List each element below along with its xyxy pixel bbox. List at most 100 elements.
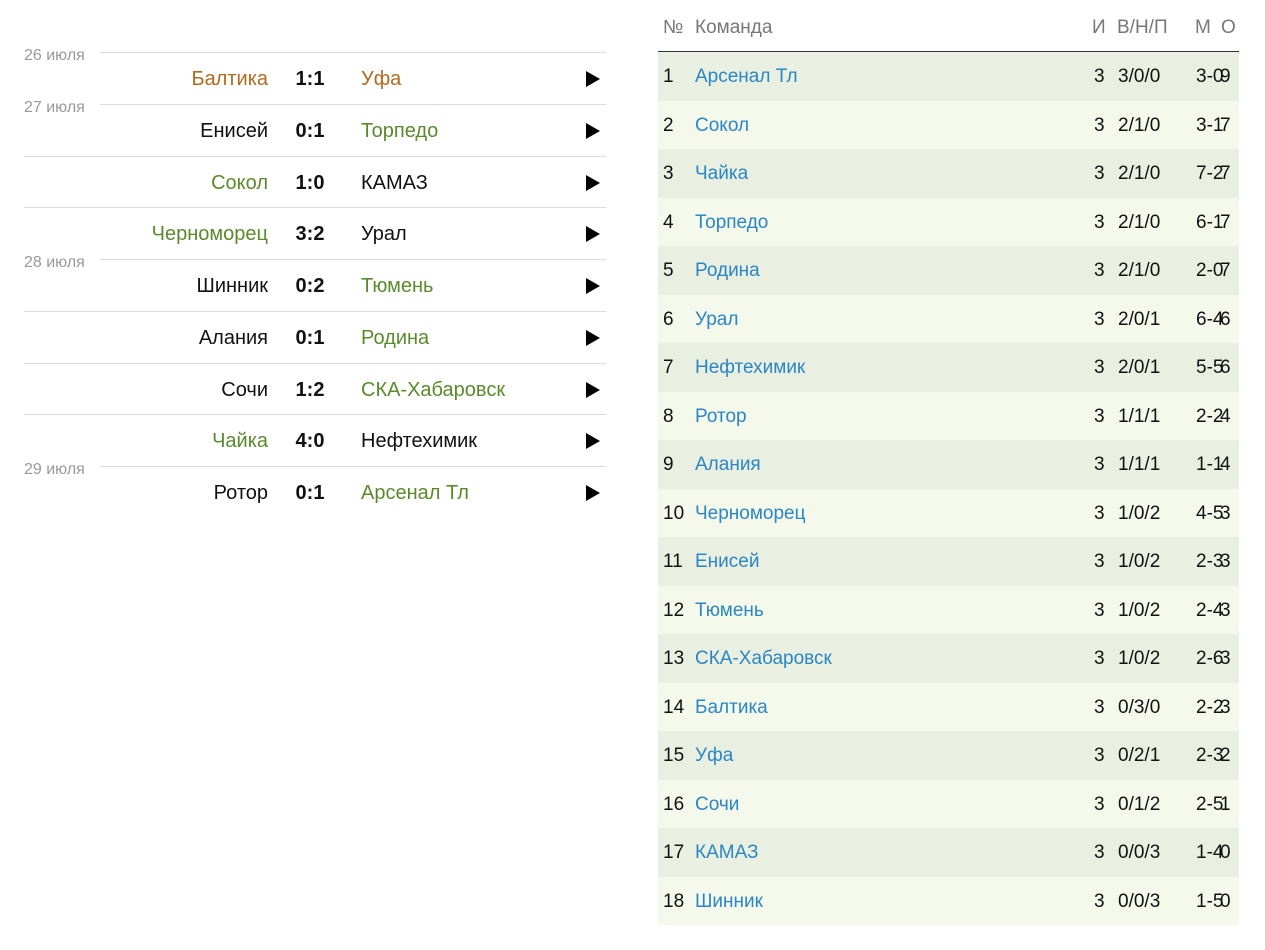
header-team: Команда (695, 17, 773, 38)
away-team: Тюмень (361, 275, 434, 297)
home-team: Чайка (212, 430, 268, 452)
match-row[interactable]: Сокол 1:0 КАМАЗ (24, 156, 606, 207)
play-triangle-icon[interactable] (586, 123, 600, 139)
team-link[interactable]: Арсенал Тл (695, 66, 798, 88)
row-position: 17 (663, 842, 685, 863)
points: 7 (1220, 211, 1231, 233)
points: 3 (1220, 696, 1231, 718)
points: 1 (1220, 793, 1231, 815)
match-row[interactable]: Черноморец 3:2 Урал (24, 207, 606, 258)
win-draw-loss: 2/1/0 (1118, 163, 1161, 184)
away-team: Арсенал Тл (361, 482, 469, 504)
home-team: Сочи (221, 379, 268, 401)
play-triangle-icon[interactable] (586, 433, 600, 449)
win-draw-loss: 2/1/0 (1118, 114, 1161, 136)
standings-row: 12 Тюмень 3 1/0/2 2-4 3 (658, 585, 1239, 634)
match-row[interactable]: Чайка 4:0 Нефтехимик (24, 414, 606, 465)
games-played: 3 (1094, 163, 1105, 184)
win-draw-loss: 0/1/2 (1118, 793, 1161, 815)
home-team: Черноморец (151, 223, 268, 245)
points: 3 (1220, 551, 1231, 572)
points: 9 (1220, 66, 1231, 87)
play-triangle-icon[interactable] (586, 175, 600, 191)
win-draw-loss: 1/0/2 (1118, 648, 1161, 669)
team-link[interactable]: Алания (695, 454, 761, 476)
games-played: 3 (1094, 211, 1105, 233)
match-row[interactable]: Ротор 0:1 Арсенал Тл (100, 466, 606, 517)
games-played: 3 (1094, 454, 1105, 475)
row-position: 2 (663, 114, 674, 136)
header-wdl: В/Н/П (1117, 17, 1168, 38)
team-link[interactable]: Сокол (695, 115, 749, 137)
team-link[interactable]: Ротор (695, 406, 747, 428)
games-played: 3 (1094, 357, 1105, 378)
team-link[interactable]: Сочи (695, 794, 739, 816)
games-played: 3 (1094, 793, 1105, 815)
standings-row: 1 Арсенал Тл 3 3/0/0 3-0 9 (658, 52, 1239, 101)
header-goals: М (1195, 17, 1211, 38)
play-triangle-icon[interactable] (586, 71, 600, 87)
standings-row: 8 Ротор 3 1/1/1 2-2 4 (658, 391, 1239, 440)
team-link[interactable]: Балтика (695, 697, 768, 719)
play-triangle-icon[interactable] (586, 278, 600, 294)
match-row[interactable]: Алания 0:1 Родина (24, 311, 606, 362)
games-played: 3 (1094, 114, 1105, 136)
away-team: Уфа (361, 68, 402, 90)
standings-row: 14 Балтика 3 0/3/0 2-2 3 (658, 682, 1239, 731)
team-link[interactable]: Черноморец (695, 503, 806, 525)
team-link[interactable]: КАМАЗ (695, 842, 759, 864)
points: 7 (1220, 163, 1231, 184)
row-position: 9 (663, 454, 674, 475)
match-score: 1:2 (295, 379, 325, 401)
header-points: О (1221, 17, 1236, 38)
team-link[interactable]: Урал (695, 309, 738, 331)
win-draw-loss: 0/0/3 (1118, 890, 1161, 912)
row-position: 4 (663, 211, 674, 233)
team-link[interactable]: СКА-Хабаровск (695, 648, 832, 670)
header-games: И (1092, 17, 1106, 38)
team-link[interactable]: Шинник (695, 891, 763, 913)
team-link[interactable]: Родина (695, 260, 760, 282)
play-triangle-icon[interactable] (586, 226, 600, 242)
row-position: 11 (663, 551, 683, 572)
match-row[interactable]: Енисей 0:1 Торпедо (100, 104, 606, 155)
home-team: Шинник (196, 275, 268, 297)
standings-row: 16 Сочи 3 0/1/2 2-5 1 (658, 779, 1239, 828)
team-link[interactable]: Тюмень (695, 600, 764, 622)
match-row[interactable]: Шинник 0:2 Тюмень (100, 259, 606, 310)
win-draw-loss: 1/1/1 (1118, 454, 1161, 475)
team-link[interactable]: Торпедо (695, 212, 768, 234)
points: 6 (1220, 308, 1231, 330)
match-score: 4:0 (295, 430, 325, 452)
team-link[interactable]: Уфа (695, 745, 733, 767)
team-link[interactable]: Чайка (695, 163, 748, 185)
match-date: 26 июля (24, 47, 85, 64)
points: 7 (1220, 114, 1231, 136)
standings-row: 5 Родина 3 2/1/0 2-0 7 (658, 246, 1239, 295)
points: 0 (1220, 842, 1231, 863)
away-team: КАМАЗ (361, 172, 428, 194)
row-position: 14 (663, 696, 685, 718)
match-score: 1:1 (295, 68, 325, 90)
play-triangle-icon[interactable] (586, 382, 600, 398)
team-link[interactable]: Нефтехимик (695, 357, 805, 379)
row-position: 7 (663, 357, 674, 378)
match-row[interactable]: Балтика 1:1 Уфа (100, 52, 606, 103)
play-triangle-icon[interactable] (586, 485, 600, 501)
play-triangle-icon[interactable] (586, 330, 600, 346)
match-row[interactable]: Сочи 1:2 СКА-Хабаровск (24, 363, 606, 414)
team-link[interactable]: Енисей (695, 551, 759, 573)
matches-list: 26 июля 27 июля 28 июля 29 июля Балтика 1… (0, 0, 620, 560)
row-position: 5 (663, 260, 674, 281)
match-score: 0:1 (295, 482, 325, 504)
row-position: 13 (663, 648, 685, 669)
away-team: Нефтехимик (361, 430, 478, 452)
points: 4 (1220, 454, 1231, 475)
win-draw-loss: 1/0/2 (1118, 599, 1161, 621)
standings-row: 13 СКА-Хабаровск 3 1/0/2 2-6 3 (658, 634, 1239, 683)
points: 2 (1220, 745, 1231, 766)
standings-row: 7 Нефтехимик 3 2/0/1 5-5 6 (658, 343, 1239, 392)
home-team: Алания (198, 327, 268, 349)
standings-row: 9 Алания 3 1/1/1 1-1 4 (658, 440, 1239, 489)
games-played: 3 (1094, 745, 1105, 766)
